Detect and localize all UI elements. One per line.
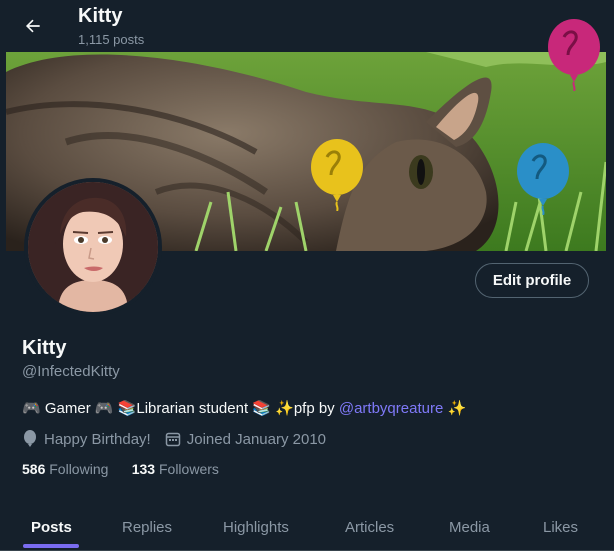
tab-likes[interactable]: Likes [543, 503, 578, 551]
top-bar: Kitty 1,115 posts [0, 0, 614, 52]
bio-sparkle: ✨ [443, 400, 467, 417]
following-link[interactable]: 586 Following [22, 461, 108, 477]
birthday-item: Happy Birthday! [22, 430, 151, 448]
following-label: Following [49, 461, 109, 477]
back-button[interactable] [18, 12, 48, 40]
joined-item: Joined January 2010 [165, 431, 326, 448]
avatar-image [28, 182, 158, 312]
tab-articles[interactable]: Articles [345, 503, 394, 551]
avatar[interactable] [24, 178, 162, 316]
bio-librarian: 📚Librarian student 📚 [117, 400, 276, 417]
active-tab-indicator [23, 544, 79, 548]
tab-highlights[interactable]: Highlights [223, 503, 289, 551]
post-count: 1,115 posts [78, 32, 145, 47]
followers-link[interactable]: 133 Followers [132, 461, 219, 477]
balloon-yellow-icon[interactable] [309, 139, 365, 211]
birthday-text: Happy Birthday! [44, 430, 151, 448]
arrow-left-icon [25, 19, 40, 33]
calendar-icon [165, 432, 180, 447]
follow-counts: 586 Following 133 Followers [22, 461, 219, 477]
balloon-icon [24, 430, 36, 447]
bio-pfp-text: ✨pfp by [275, 400, 339, 417]
tab-media[interactable]: Media [449, 503, 490, 551]
profile-tabs: Posts Replies Highlights Articles Media … [0, 503, 614, 551]
pfp-artist-link[interactable]: @artbyqreature [339, 400, 443, 417]
balloon-blue-icon [517, 143, 569, 215]
edit-profile-button[interactable]: Edit profile [475, 263, 589, 298]
bio-gamer: 🎮 Gamer 🎮 [22, 400, 118, 417]
followers-label: Followers [158, 461, 219, 477]
balloon-pink-icon [548, 19, 600, 91]
joined-text: Joined January 2010 [186, 430, 327, 448]
tab-replies[interactable]: Replies [122, 503, 172, 551]
bio: 🎮 Gamer 🎮 📚Librarian student 📚 ✨pfp by @… [22, 399, 466, 417]
header-title: Kitty [78, 5, 123, 27]
following-count: 586 [22, 461, 46, 477]
display-name: Kitty [22, 337, 67, 359]
profile-meta: Happy Birthday! Joined January 2010 [22, 430, 340, 448]
followers-count: 133 [131, 461, 156, 477]
user-handle: @InfectedKitty [22, 363, 120, 380]
